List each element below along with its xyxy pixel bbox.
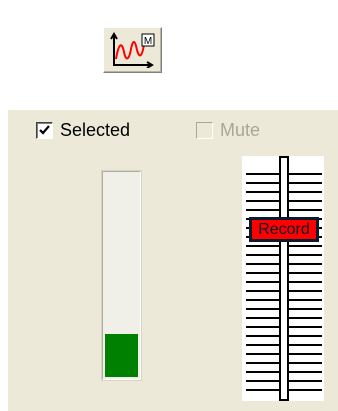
level-meter — [101, 170, 142, 381]
mute-checkbox-box[interactable] — [196, 122, 213, 139]
fader-track — [279, 156, 289, 401]
record-fader[interactable]: Record — [242, 156, 324, 401]
line-graph-icon: M — [110, 32, 155, 68]
graph-badge-text: M — [144, 36, 152, 47]
mute-label: Mute — [220, 120, 261, 140]
graph-toolbar-button[interactable]: M — [103, 27, 162, 73]
channel-panel: Selected Mute Record — [8, 110, 338, 411]
level-meter-fill — [105, 334, 138, 377]
selected-label: Selected — [60, 120, 131, 140]
selected-checkbox[interactable]: Selected — [36, 120, 130, 141]
mute-checkbox[interactable]: Mute — [196, 120, 260, 141]
fader-thumb-label: Record — [252, 220, 316, 239]
stage: M Selected Mute Record — [0, 0, 338, 411]
fader-thumb[interactable]: Record — [249, 217, 319, 242]
checkmark-icon — [39, 125, 50, 135]
selected-checkbox-box[interactable] — [36, 122, 53, 139]
